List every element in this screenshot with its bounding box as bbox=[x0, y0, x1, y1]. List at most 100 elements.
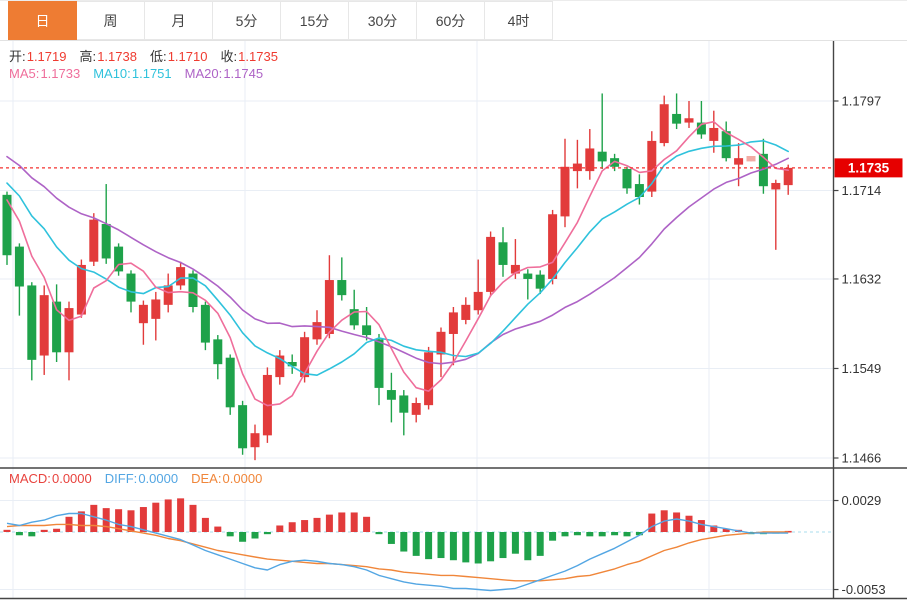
macd-bar bbox=[449, 532, 457, 561]
tab-timeframe-6[interactable]: 60分 bbox=[416, 1, 485, 40]
candle-body-1 bbox=[14, 246, 24, 287]
macd-bar bbox=[536, 532, 544, 556]
candle-body-37 bbox=[461, 304, 471, 320]
tab-timeframe-0[interactable]: 日 bbox=[8, 1, 77, 40]
tab-timeframe-4[interactable]: 15分 bbox=[280, 1, 349, 40]
legend-ohlc-item: 低: 1.1710 bbox=[149, 49, 208, 64]
macd-bar bbox=[573, 532, 581, 536]
macd-bar bbox=[623, 532, 631, 537]
candle-body-17 bbox=[213, 339, 223, 365]
tab-timeframe-1[interactable]: 周 bbox=[76, 1, 145, 40]
candle-body-35 bbox=[436, 331, 446, 355]
macd-bar bbox=[350, 512, 358, 532]
candle-body-43 bbox=[535, 274, 545, 289]
macd-bar bbox=[561, 532, 569, 537]
candle-body-12 bbox=[151, 299, 161, 319]
macd-bar bbox=[3, 529, 11, 532]
macd-bar bbox=[685, 515, 693, 532]
candle-body-50 bbox=[622, 168, 632, 189]
candle-body-36 bbox=[448, 312, 458, 334]
macd-bar bbox=[226, 532, 234, 537]
macd-bar bbox=[40, 529, 48, 532]
macd-bar bbox=[90, 504, 98, 532]
macd-bar bbox=[375, 532, 383, 535]
macd-bar bbox=[524, 532, 532, 561]
macd-bar bbox=[28, 532, 36, 537]
candle-body-19 bbox=[238, 405, 248, 449]
tab-timeframe-3[interactable]: 5分 bbox=[212, 1, 281, 40]
macd-bar bbox=[437, 532, 445, 559]
candle-body-5 bbox=[64, 308, 74, 353]
candle-body-60 bbox=[746, 156, 756, 162]
tab-timeframe-2[interactable]: 月 bbox=[144, 1, 213, 40]
macd-bar bbox=[425, 532, 433, 560]
candle-body-10 bbox=[126, 273, 136, 302]
tab-timeframe-7[interactable]: 4时 bbox=[484, 1, 553, 40]
macd-histogram bbox=[3, 498, 792, 564]
dea-line bbox=[6, 523, 789, 582]
legend-macd-item: DIFF: 0.0000 bbox=[104, 471, 179, 486]
tab-label: 5分 bbox=[235, 12, 258, 29]
candle-body-18 bbox=[225, 357, 235, 408]
candle-body-39 bbox=[486, 236, 496, 292]
macd-legend: MACD: 0.0000 DIFF: 0.0000 DEA: 0.0000 bbox=[9, 471, 275, 486]
candle-body-29 bbox=[362, 325, 372, 336]
tab-label: 15分 bbox=[299, 12, 330, 29]
tab-timeframe-5[interactable]: 30分 bbox=[348, 1, 417, 40]
macd-bar bbox=[387, 532, 395, 544]
macd-bar bbox=[363, 516, 371, 532]
macd-bar bbox=[15, 532, 23, 536]
candle-body-55 bbox=[684, 118, 694, 123]
tab-label: 月 bbox=[171, 12, 186, 29]
candle-body-14 bbox=[176, 267, 186, 286]
candle-body-30 bbox=[374, 339, 384, 388]
tab-label: 周 bbox=[103, 12, 118, 29]
macd-bar bbox=[127, 510, 135, 532]
macd-bar bbox=[499, 532, 507, 559]
macd-tick-label: 0.0029 bbox=[842, 493, 882, 508]
macd-bar bbox=[239, 532, 247, 542]
candle-body-31 bbox=[386, 390, 396, 400]
macd-bar bbox=[152, 502, 160, 532]
macd-axis-labels: 0.0029 -0.0053 bbox=[833, 493, 886, 597]
macd-bar bbox=[139, 507, 147, 532]
candle-body-34 bbox=[424, 352, 434, 406]
macd-bar bbox=[412, 532, 420, 556]
tab-label: 日 bbox=[35, 12, 50, 29]
candle-body-7 bbox=[89, 219, 99, 262]
candle-body-26 bbox=[324, 280, 334, 334]
macd-bar bbox=[276, 525, 284, 532]
ma5-line bbox=[6, 120, 790, 407]
candle-body-8 bbox=[101, 223, 111, 259]
legend-ma-item: MA20: 1.1745 bbox=[184, 66, 264, 81]
ma20-line bbox=[6, 155, 790, 365]
candle-body-54 bbox=[672, 113, 682, 124]
macd-bar bbox=[549, 532, 557, 541]
macd-bar bbox=[474, 532, 482, 564]
candle-body-11 bbox=[138, 304, 148, 324]
macd-bar bbox=[53, 528, 61, 532]
candle-body-48 bbox=[597, 151, 607, 162]
candles-layer bbox=[2, 93, 793, 461]
candle-body-33 bbox=[411, 402, 421, 415]
ma10-line bbox=[6, 140, 790, 377]
macd-bar bbox=[325, 514, 333, 532]
macd-bar bbox=[697, 520, 705, 532]
candle-body-32 bbox=[399, 395, 409, 413]
candlestick-chart[interactable]: 1.1797 1.1714 1.1632 1.1549 1.1466 0.0029 -0.0… bbox=[0, 40, 907, 604]
candle-body-58 bbox=[721, 131, 731, 159]
candle-body-13 bbox=[163, 285, 173, 305]
legend-ohlc-item: 开: 1.1719 bbox=[9, 49, 67, 64]
price-tick-label: 1.1632 bbox=[842, 271, 882, 286]
timeframe-tabs: 日 周 月 5分 15分 30分 60分 4时 bbox=[0, 0, 907, 41]
macd-bar bbox=[164, 499, 172, 532]
macd-bar bbox=[586, 532, 594, 537]
macd-bar bbox=[673, 512, 681, 532]
candle-body-57 bbox=[709, 127, 719, 141]
price-tick-label: 1.1549 bbox=[842, 361, 882, 376]
candle-body-62 bbox=[771, 182, 781, 190]
legend-macd-item: MACD: 0.0000 bbox=[9, 471, 92, 486]
candle-body-53 bbox=[659, 104, 669, 144]
last-price-badge-label: 1.1735 bbox=[848, 161, 890, 176]
candle-body-42 bbox=[523, 273, 533, 279]
